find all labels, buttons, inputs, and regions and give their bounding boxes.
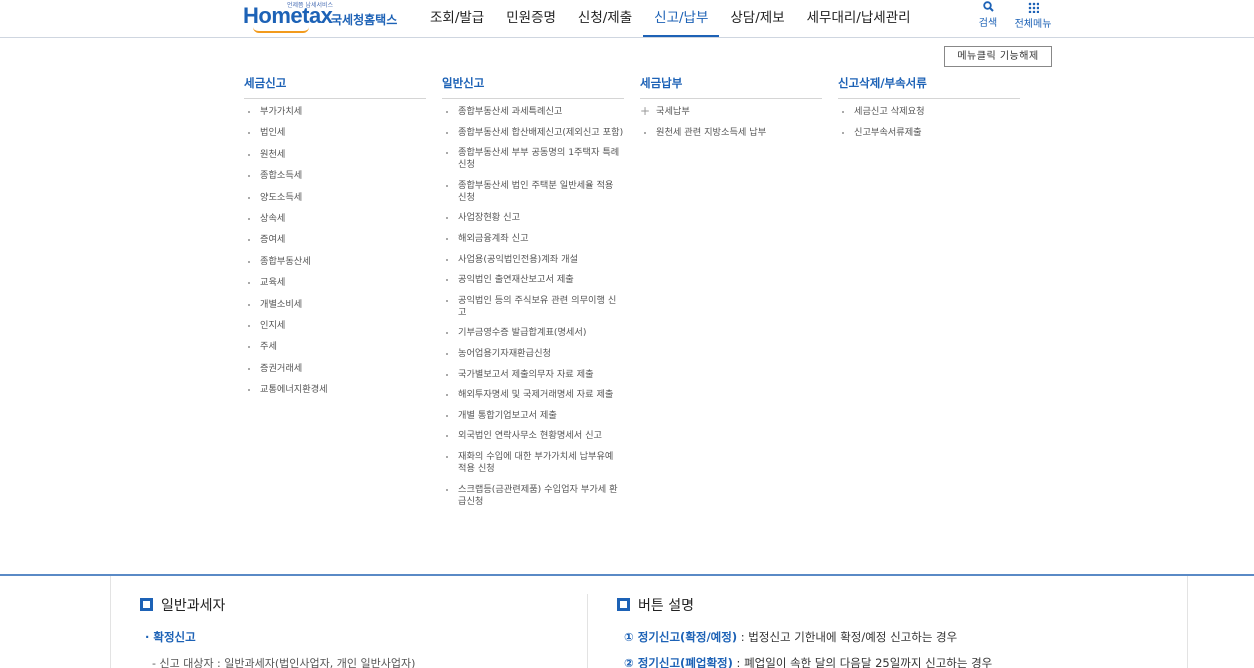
sub-heading-final-filing: · 확정신고 [145, 630, 196, 644]
menu-column-tax-filing: 세금신고 부가가치세 법인세 원천세 종합소득세 양도소득세 상속세 증여세 종… [244, 72, 426, 405]
section-title-text: 일반과세자 [161, 598, 226, 614]
menu-column-title[interactable]: 세금신고 [244, 72, 426, 99]
description-label: ② 정기신고(폐업확정) [624, 656, 733, 668]
menu-item[interactable]: 원천세 관련 지방소득세 납부 [640, 127, 822, 139]
menu-item[interactable]: 개별 통합기업보고서 제출 [442, 410, 624, 422]
menu-item[interactable]: 증권거래세 [244, 363, 426, 375]
menu-item[interactable]: 교통에너지환경세 [244, 384, 426, 396]
menu-item[interactable]: 법인세 [244, 127, 426, 139]
section-title-button-description: 버튼 설명 [617, 595, 694, 615]
menu-item[interactable]: 국가별보고서 제출의무자 자료 제출 [442, 369, 624, 381]
menu-item[interactable]: 주세 [244, 341, 426, 353]
menu-item[interactable]: 사업용(공익법인전용)계좌 개설 [442, 254, 624, 266]
description-text: : 폐업일이 속한 달의 다음달 25일까지 신고하는 경우 [732, 656, 993, 668]
menu-item[interactable]: 부가가치세 [244, 106, 426, 118]
menu-list: 국세납부 원천세 관련 지방소득세 납부 [640, 105, 822, 139]
menu-item[interactable]: 종합부동산세 법인 주택분 일반세율 적용 신청 [442, 180, 624, 204]
menu-column-title[interactable]: 일반신고 [442, 72, 624, 99]
logo-text: Hometax [243, 3, 333, 28]
all-menu-button[interactable]: 전체메뉴 [1008, 0, 1058, 37]
logo-korean-name: 국세청홈택스 [331, 13, 398, 27]
menu-list: 부가가치세 법인세 원천세 종합소득세 양도소득세 상속세 증여세 종합부동산세… [244, 106, 426, 396]
menu-item[interactable]: 신고부속서류제출 [838, 127, 1020, 139]
menu-item[interactable]: 종합부동산세 과세특례신고 [442, 106, 624, 118]
nav-inquiry[interactable]: 조회/발급 [419, 0, 495, 37]
button-description-1: ① 정기신고(확정/예정) : 법정신고 기한내에 확정/예정 신고하는 경우 [624, 629, 957, 645]
button-description-2: ② 정기신고(폐업확정) : 폐업일이 속한 달의 다음달 25일까지 신고하는… [624, 655, 992, 668]
menu-item[interactable]: 재화의 수입에 대한 부가가치세 납부유예 적용 신청 [442, 451, 624, 475]
menu-item[interactable]: 증여세 [244, 234, 426, 246]
menu-item[interactable]: 종합부동산세 [244, 256, 426, 268]
menu-item[interactable]: 공익법인 출연재산보고서 제출 [442, 274, 624, 286]
nav-application[interactable]: 신청/제출 [567, 0, 643, 37]
menu-column-delete-attachments: 신고삭제/부속서류 세금신고 삭제요청 신고부속서류제출 [838, 72, 1020, 149]
menu-item[interactable]: 외국법인 연락사무소 현황명세서 신고 [442, 430, 624, 442]
filing-target-text: - 신고 대상자 : 일반과세자(법인사업자, 개인 일반사업자) [152, 657, 416, 668]
global-header: 언제쯤 납세서비스 Hometax 국세청홈택스 조회/발급 민원증명 신청/제… [0, 0, 1254, 38]
section-title-text: 버튼 설명 [638, 598, 694, 614]
menu-item[interactable]: 종합소득세 [244, 170, 426, 182]
logo-swoosh [253, 27, 309, 33]
menu-item[interactable]: 양도소득세 [244, 192, 426, 204]
square-bullet-icon [617, 598, 630, 611]
menu-item[interactable]: 상속세 [244, 213, 426, 225]
nav-certificate[interactable]: 민원증명 [495, 0, 567, 37]
menu-item[interactable]: 사업장현황 신고 [442, 212, 624, 224]
nav-tax-agent[interactable]: 세무대리/납세관리 [796, 0, 922, 37]
search-button[interactable]: 검색 [972, 0, 1004, 37]
menu-item[interactable]: 해외금융계좌 신고 [442, 233, 624, 245]
menu-item-expandable[interactable]: 국세납부 [640, 105, 822, 118]
menu-item[interactable]: 종합부동산세 부부 공동명의 1주택자 특례 신청 [442, 147, 624, 171]
main-nav: 조회/발급 민원증명 신청/제출 신고/납부 상담/제보 세무대리/납세관리 [419, 0, 922, 37]
section-title-general-taxpayer: 일반과세자 [140, 595, 225, 615]
menu-column-tax-payment: 세금납부 국세납부 원천세 관련 지방소득세 납부 [640, 72, 822, 149]
menu-column-title[interactable]: 신고삭제/부속서류 [838, 72, 1020, 99]
square-bullet-icon [140, 598, 153, 611]
search-label: 검색 [978, 18, 998, 29]
menu-list: 종합부동산세 과세특례신고 종합부동산세 합산배제신고(제외신고 포함) 종합부… [442, 106, 624, 508]
menu-item[interactable]: 기부금영수증 발급합계표(명세서) [442, 327, 624, 339]
menu-item[interactable]: 종합부동산세 합산배제신고(제외신고 포함) [442, 127, 624, 139]
nav-consult-report[interactable]: 상담/제보 [719, 0, 795, 37]
grid-menu-icon [1008, 1, 1058, 16]
column-divider [587, 594, 588, 668]
menu-column-title[interactable]: 세금납부 [640, 72, 822, 99]
description-label: ① 정기신고(확정/예정) [624, 630, 738, 644]
menu-item[interactable]: 원천세 [244, 149, 426, 161]
menu-item[interactable]: 공익법인 등의 주식보유 관련 의무이행 신고 [442, 295, 624, 319]
menu-item[interactable]: 교육세 [244, 277, 426, 289]
menu-item[interactable]: 농어업용기자재환급신청 [442, 348, 624, 360]
menu-column-general-filing: 일반신고 종합부동산세 과세특례신고 종합부동산세 합산배제신고(제외신고 포함… [442, 72, 624, 516]
menu-list: 세금신고 삭제요청 신고부속서류제출 [838, 106, 1020, 139]
menu-item[interactable]: 스크랩등(금관련제품) 수입업자 부가세 환급신청 [442, 484, 624, 508]
menu-item[interactable]: 인지세 [244, 320, 426, 332]
all-menu-label: 전체메뉴 [1014, 19, 1052, 30]
menu-item[interactable]: 해외투자명세 및 국제거래명세 자료 제출 [442, 389, 624, 401]
description-text: : 법정신고 기한내에 확정/예정 신고하는 경우 [737, 630, 958, 644]
hometax-logo[interactable]: 언제쯤 납세서비스 Hometax 국세청홈택스 [243, 0, 403, 34]
menu-click-disable-button[interactable]: 메뉴클릭 기능해제 [944, 46, 1052, 67]
menu-item[interactable]: 개별소비세 [244, 299, 426, 311]
menu-item[interactable]: 세금신고 삭제요청 [838, 106, 1020, 118]
nav-filing-payment[interactable]: 신고/납부 [643, 0, 720, 37]
logo-wordmark: Hometax [243, 3, 333, 33]
search-icon [972, 1, 1004, 15]
